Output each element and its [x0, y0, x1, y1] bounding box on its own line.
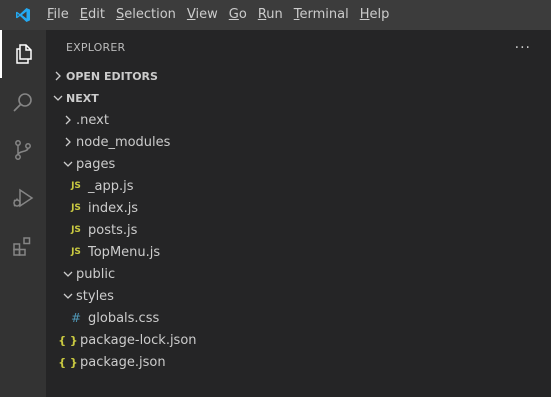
- menu-help[interactable]: Help: [359, 0, 390, 30]
- menu-selection[interactable]: Selection: [115, 0, 176, 30]
- run-debug-icon[interactable]: [0, 174, 46, 222]
- tree-item-styles[interactable]: styles: [46, 285, 551, 307]
- chevron-down-icon: [60, 269, 76, 279]
- open-editors-section[interactable]: OPEN EDITORS: [46, 65, 551, 87]
- tree-item-label: globals.css: [88, 310, 160, 326]
- explorer-sidebar: EXPLORER ··· OPEN EDITORS NEXT .next nod…: [46, 30, 551, 397]
- tree-item-label: posts.js: [88, 222, 138, 238]
- tree-item-label: index.js: [88, 200, 139, 216]
- tree-item-label: package-lock.json: [80, 332, 197, 348]
- tree-item-label: package.json: [80, 354, 166, 370]
- menu-edit[interactable]: Edit: [79, 0, 105, 30]
- chevron-down-icon: [60, 291, 76, 301]
- explorer-title: EXPLORER: [66, 41, 126, 54]
- activity-bar: [0, 30, 46, 397]
- tree-item-public[interactable]: public: [46, 263, 551, 285]
- tree-item-label: .next: [76, 112, 109, 128]
- chevron-right-icon: [60, 137, 76, 147]
- tree-item-index-js[interactable]: JS index.js: [46, 197, 551, 219]
- tree-item-next-folder[interactable]: .next: [46, 109, 551, 131]
- chevron-down-icon: [50, 93, 66, 103]
- menu-go[interactable]: Go: [228, 0, 247, 30]
- search-icon[interactable]: [0, 78, 46, 126]
- json-file-icon: { }: [58, 355, 78, 369]
- menu-view[interactable]: View: [186, 0, 218, 30]
- json-file-icon: { }: [58, 333, 78, 347]
- tree-item-label: public: [76, 266, 116, 282]
- folder-section-next[interactable]: NEXT: [46, 87, 551, 109]
- tree-item-pages[interactable]: pages: [46, 153, 551, 175]
- tree-item-label: node_modules: [76, 134, 171, 150]
- tree-item-posts-js[interactable]: JS posts.js: [46, 219, 551, 241]
- tree-item-app-js[interactable]: JS _app.js: [46, 175, 551, 197]
- menu-bar: File Edit Selection View Go Run Terminal…: [46, 0, 399, 30]
- more-actions-icon[interactable]: ···: [515, 41, 531, 55]
- javascript-file-icon: JS: [71, 181, 81, 191]
- chevron-down-icon: [60, 159, 76, 169]
- tree-item-globals-css[interactable]: # globals.css: [46, 307, 551, 329]
- tree-item-node-modules[interactable]: node_modules: [46, 131, 551, 153]
- tree-item-topmenu-js[interactable]: JS TopMenu.js: [46, 241, 551, 263]
- source-control-icon[interactable]: [0, 126, 46, 174]
- javascript-file-icon: JS: [71, 203, 81, 213]
- chevron-right-icon: [60, 115, 76, 125]
- tree-item-package-json[interactable]: { } package.json: [46, 351, 551, 373]
- extensions-icon[interactable]: [0, 222, 46, 270]
- menu-file[interactable]: File: [46, 0, 69, 30]
- menu-run[interactable]: Run: [257, 0, 283, 30]
- vscode-logo-icon: [0, 0, 46, 30]
- tree-item-label: pages: [76, 156, 116, 172]
- css-file-icon: #: [70, 311, 82, 325]
- files-icon[interactable]: [0, 30, 46, 78]
- tree-item-package-lock-json[interactable]: { } package-lock.json: [46, 329, 551, 351]
- tree-item-label: _app.js: [88, 178, 134, 194]
- title-bar: File Edit Selection View Go Run Terminal…: [0, 0, 551, 30]
- chevron-right-icon: [50, 71, 66, 81]
- folder-section-label: NEXT: [66, 91, 99, 105]
- tree-item-label: styles: [76, 288, 114, 304]
- tree-item-label: TopMenu.js: [88, 244, 161, 260]
- explorer-header: EXPLORER ···: [46, 30, 551, 65]
- javascript-file-icon: JS: [71, 225, 81, 235]
- open-editors-label: OPEN EDITORS: [66, 69, 158, 83]
- menu-terminal[interactable]: Terminal: [293, 0, 349, 30]
- javascript-file-icon: JS: [71, 247, 81, 257]
